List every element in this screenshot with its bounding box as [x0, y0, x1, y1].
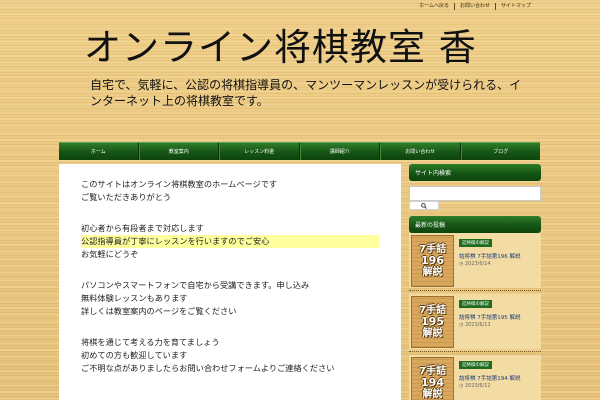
post-title-link[interactable]: 詰将棋 7手詰第195 解説 [459, 313, 521, 321]
nav-item-fees[interactable]: レッスン料金 [219, 143, 300, 160]
content-line: ご不明な点がありましたらお問い合わせフォームよりご連絡ください [81, 363, 335, 373]
content-line: パソコンやスマートフォンで自宅から受講できます。申し込み [81, 280, 310, 290]
sidebar: サイト内検索 最新の投稿 7手詰 196 解説 詰将棋の解説 詰将棋 7手詰第1… [409, 164, 541, 400]
post-date-value: 2023/6/14 [464, 261, 491, 267]
nav-item-contact[interactable]: お問い合わせ [380, 143, 461, 160]
thumb-text: 解説 [422, 389, 443, 400]
content-line: 初心者から有段者まで対応します [81, 223, 204, 233]
post-category-badge[interactable]: 詰将棋の解説 [459, 361, 492, 369]
search-widget-title: サイト内検索 [409, 164, 541, 181]
nav-item-blog[interactable]: ブログ [460, 143, 541, 160]
post-title-link[interactable]: 詰将棋 7手詰第194 解説 [459, 374, 521, 382]
top-link-home[interactable]: ホームへ戻る [414, 3, 454, 10]
thumb-number: 196 [421, 254, 444, 267]
post-date: ◷ 2023/6/14 [459, 261, 491, 267]
site-title[interactable]: オンライン将棋教室 香 [84, 17, 477, 71]
top-utility-links: ホームへ戻る お問い合わせ サイトマップ [414, 3, 536, 10]
recent-post[interactable]: 7手詰 195 解説 詰将棋の解説 詰将棋 7手詰第195 解説 ◷ 2023/… [409, 294, 541, 352]
post-category-badge[interactable]: 詰将棋の解説 [459, 300, 492, 308]
site-description: 自宅で、気軽に、公認の将棋指導員の、マンツーマンレッスンが受けられる、インターネ… [90, 78, 522, 108]
content-line: このサイトはオンライン将棋教室のホームページです [81, 179, 278, 189]
nav-item-home[interactable]: ホーム [59, 143, 139, 160]
recent-post[interactable]: 7手詰 196 解説 詰将棋の解説 詰将棋 7手詰第196 解説 ◷ 2023/… [409, 233, 541, 291]
content-paragraph: このサイトはオンライン将棋教室のホームページです ご覧いただきありがとう [81, 178, 379, 204]
post-thumbnail[interactable]: 7手詰 196 解説 [411, 235, 454, 287]
content-line: 将棋を通じて考える力を育てましょう [81, 337, 220, 347]
main-content: このサイトはオンライン将棋教室のホームページです ご覧いただきありがとう 初心者… [59, 164, 401, 400]
thumb-text: 解説 [422, 328, 443, 339]
global-nav: ホーム 教室案内 レッスン料金 講師紹介 お問い合わせ ブログ [59, 142, 540, 160]
content-line-highlighted: 公認指導員が丁寧にレッスンを行いますのでご安心 [81, 235, 379, 248]
top-link-contact[interactable]: お問い合わせ [453, 3, 495, 10]
post-title-link[interactable]: 詰将棋 7手詰第196 解説 [459, 252, 521, 260]
post-category-badge[interactable]: 詰将棋の解説 [459, 239, 492, 247]
nav-item-instructor[interactable]: 講師紹介 [299, 143, 380, 160]
thumb-text: 解説 [422, 267, 443, 278]
search-input[interactable] [409, 186, 541, 201]
content-line: お気軽にどうぞ [81, 249, 139, 259]
thumb-number: 195 [421, 315, 444, 328]
magnifier-icon [421, 202, 427, 209]
thumb-number: 194 [421, 376, 444, 389]
top-link-sitemap[interactable]: サイトマップ [494, 3, 536, 10]
recent-posts-title: 最新の投稿 [409, 216, 541, 233]
post-date-value: 2023/6/12 [464, 383, 491, 389]
search-button[interactable] [409, 201, 439, 210]
content-line: 詳しくは教室案内のページをご覧ください [81, 306, 237, 316]
content-line: 無料体験レッスンもあります [81, 293, 188, 303]
content-paragraph: 将棋を通じて考える力を育てましょう 初めての方も歓迎しています ご不明な点があり… [81, 336, 379, 375]
content-paragraph: 初心者から有段者まで対応します 公認指導員が丁寧にレッスンを行いますのでご安心 … [81, 222, 379, 261]
post-date: ◷ 2023/6/13 [459, 322, 491, 328]
post-thumbnail[interactable]: 7手詰 195 解説 [411, 296, 454, 348]
recent-post[interactable]: 7手詰 194 解説 詰将棋の解説 詰将棋 7手詰第194 解説 ◷ 2023/… [409, 355, 541, 400]
post-date: ◷ 2023/6/12 [459, 383, 491, 389]
post-thumbnail[interactable]: 7手詰 194 解説 [411, 357, 454, 400]
content-line: 初めての方も歓迎しています [81, 350, 188, 360]
nav-item-about[interactable]: 教室案内 [138, 143, 219, 160]
content-paragraph: パソコンやスマートフォンで自宅から受講できます。申し込み 無料体験レッスンもあり… [81, 279, 379, 318]
post-date-value: 2023/6/13 [464, 322, 491, 328]
content-line: ご覧いただきありがとう [81, 192, 172, 202]
